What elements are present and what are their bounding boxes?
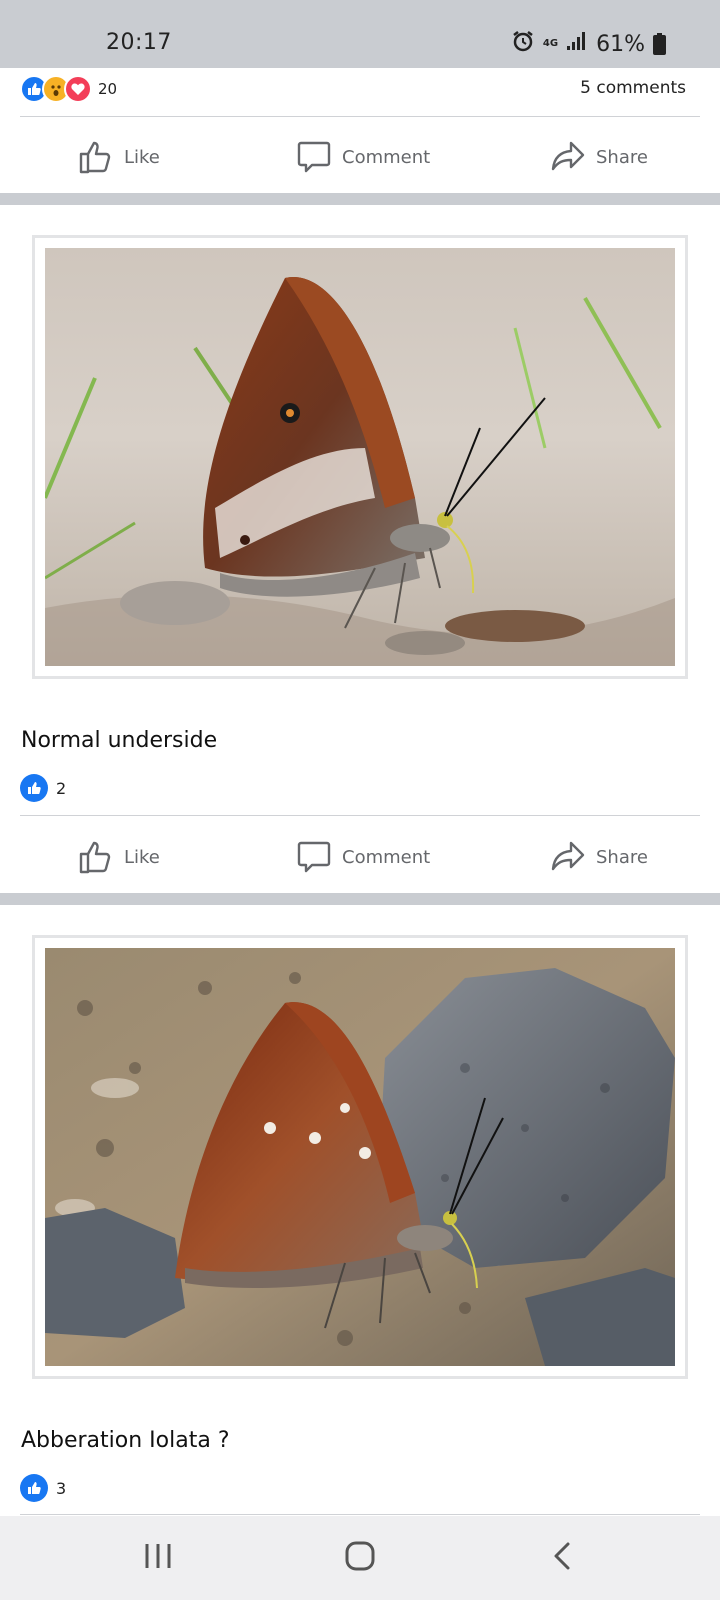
divider (20, 1514, 700, 1515)
like-reaction-icon (20, 1474, 48, 1502)
status-icons: 4G 61% (511, 29, 666, 59)
divider (20, 815, 700, 816)
status-bar: 20:17 4G 61% (0, 0, 720, 68)
share-label: Share (596, 846, 648, 868)
photo-like-summary[interactable]: 2 (20, 773, 66, 803)
butterfly-photo[interactable] (45, 948, 675, 1366)
post-separator (0, 893, 720, 905)
comment-label: Comment (342, 146, 431, 168)
butterfly-photo[interactable] (45, 248, 675, 666)
divider (20, 116, 700, 117)
photo-frame[interactable] (32, 235, 688, 679)
battery-percent: 61% (596, 31, 645, 57)
share-button[interactable]: Share (550, 122, 648, 192)
photo-like-summary[interactable]: 3 (20, 1473, 66, 1503)
home-icon (344, 1540, 376, 1576)
like-label: Like (124, 846, 160, 868)
comment-button[interactable]: Comment (296, 122, 430, 192)
like-reaction-icon (20, 774, 48, 802)
thumbs-up-icon (78, 839, 114, 875)
home-button[interactable] (320, 1516, 400, 1600)
like-count: 2 (56, 778, 67, 798)
share-button[interactable]: Share (550, 822, 648, 892)
like-count: 3 (56, 1478, 67, 1498)
share-label: Share (596, 146, 648, 168)
battery-icon (653, 33, 666, 55)
comment-icon (296, 839, 332, 875)
post-actions: Like Comment Share (0, 122, 720, 192)
share-icon (550, 839, 586, 875)
status-time: 20:17 (106, 30, 172, 55)
reaction-summary[interactable]: 20 (20, 74, 117, 104)
photo-caption: Normal underside (21, 728, 218, 753)
photo-frame[interactable] (32, 935, 688, 1379)
thumbs-up-icon (78, 139, 114, 175)
system-navigation-bar (0, 1516, 720, 1600)
comment-label: Comment (342, 846, 431, 868)
comment-button[interactable]: Comment (296, 822, 430, 892)
comments-count-link[interactable]: 5 comments (580, 78, 686, 98)
back-button[interactable] (522, 1516, 602, 1600)
love-reaction-icon (64, 75, 92, 103)
recent-apps-icon (143, 1542, 173, 1574)
alarm-icon (511, 29, 535, 59)
photo-caption: Abberation Iolata ? (21, 1428, 230, 1453)
back-icon (552, 1541, 572, 1575)
like-button[interactable]: Like (78, 122, 160, 192)
comment-icon (296, 139, 332, 175)
like-label: Like (124, 146, 160, 168)
reaction-count: 20 (98, 80, 118, 98)
network-type: 4G (542, 38, 559, 49)
post-separator (0, 193, 720, 205)
like-button[interactable]: Like (78, 822, 160, 892)
recent-apps-button[interactable] (118, 1516, 198, 1600)
photo-actions: Like Comment Share (0, 822, 720, 892)
share-icon (550, 139, 586, 175)
signal-icon (566, 31, 588, 57)
